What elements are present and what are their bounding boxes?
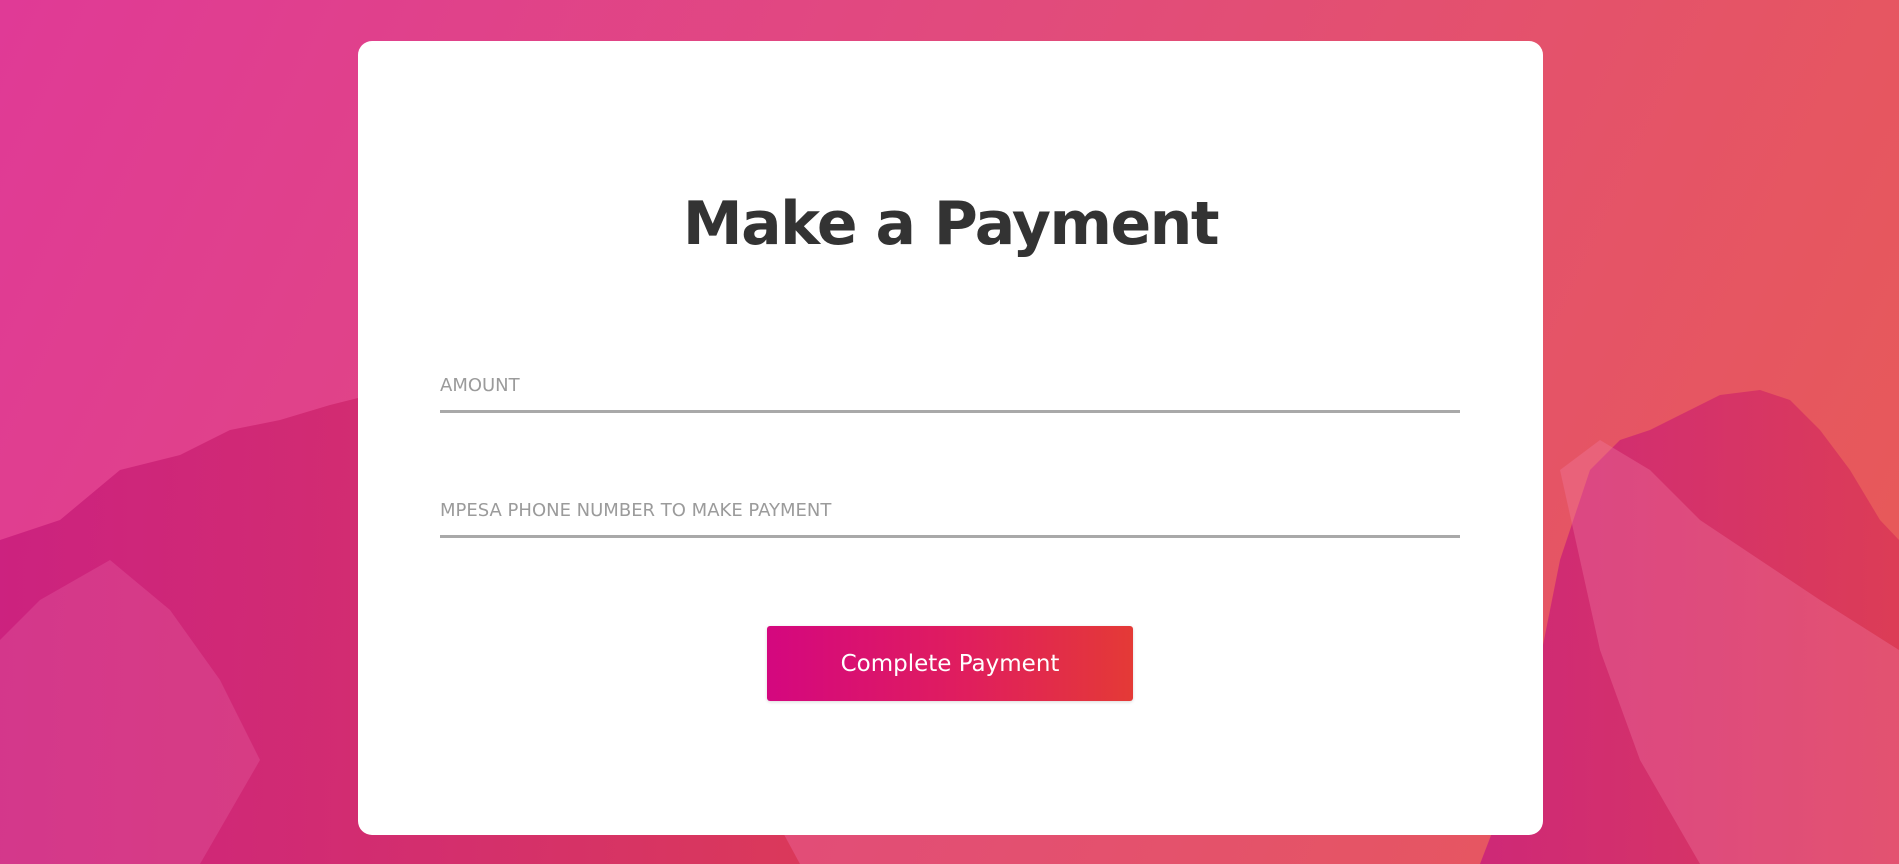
complete-payment-button[interactable]: Complete Payment bbox=[767, 626, 1133, 701]
page-title: Make a Payment bbox=[682, 189, 1220, 259]
amount-input[interactable] bbox=[440, 361, 1460, 413]
payment-card: Make a Payment Complete Payment bbox=[358, 41, 1543, 835]
mpesa-phone-input[interactable] bbox=[440, 486, 1460, 538]
payment-page: Make a Payment Complete Payment bbox=[0, 0, 1899, 864]
